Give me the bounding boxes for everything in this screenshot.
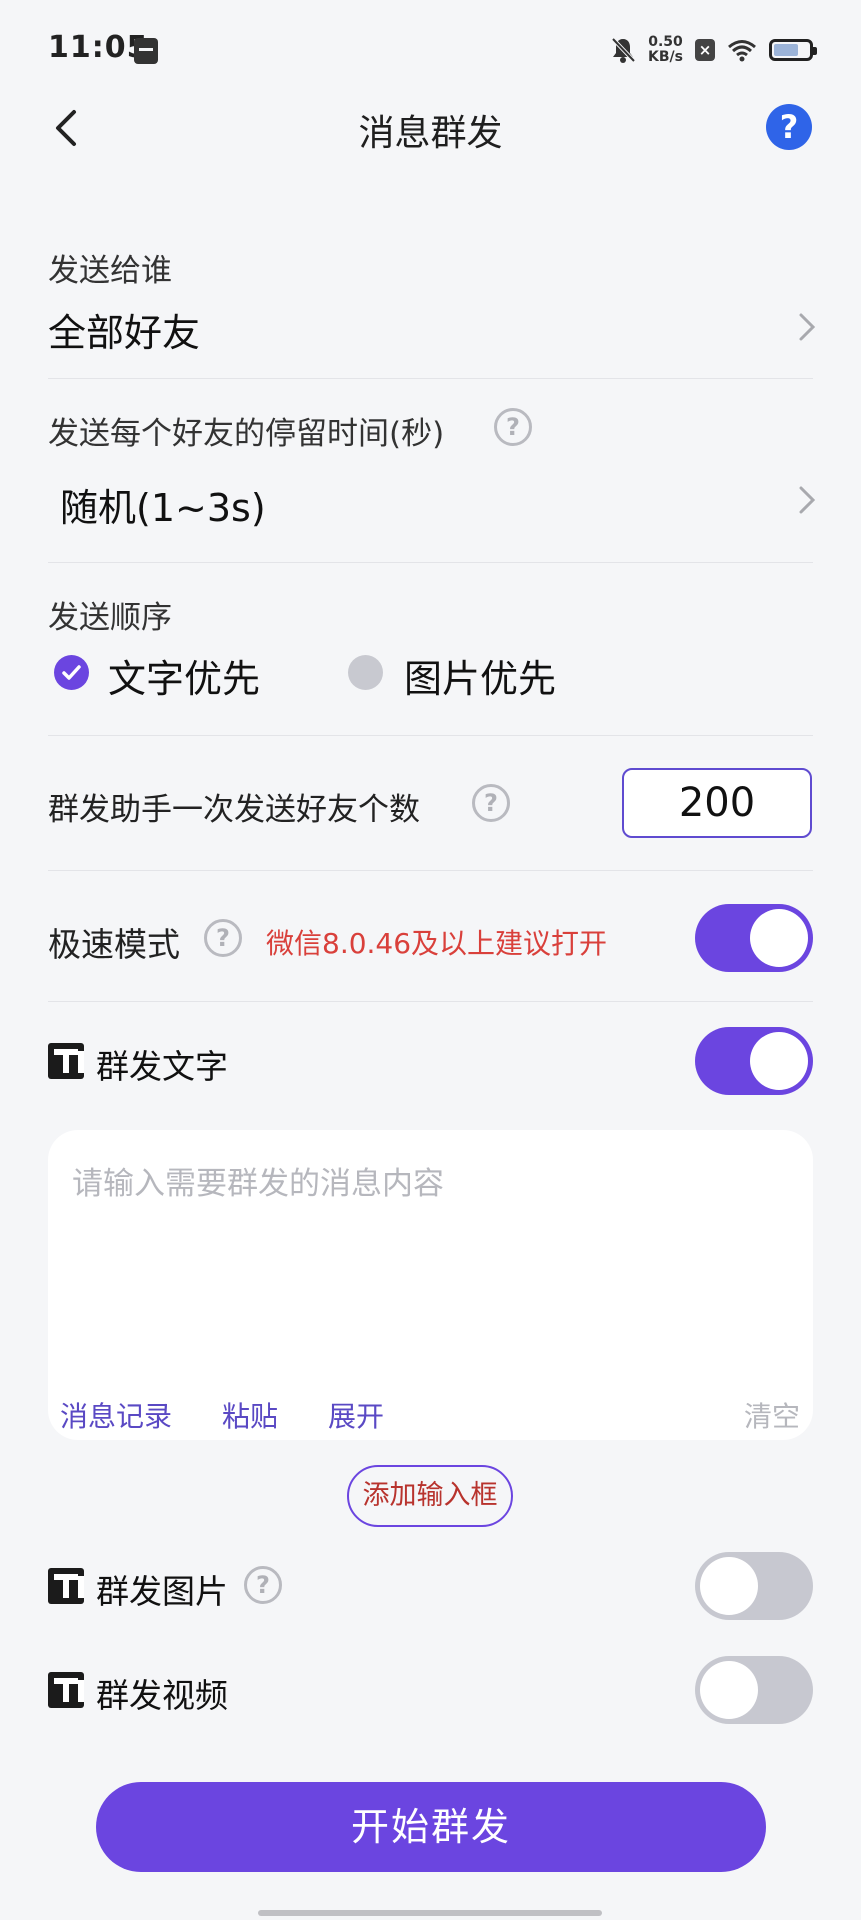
video-icon [48, 1672, 84, 1708]
question-icon[interactable]: ? [472, 784, 510, 822]
toggle-knob [700, 1557, 758, 1615]
speed-mode-toggle[interactable] [695, 904, 813, 972]
divider [48, 378, 813, 379]
radio-unchecked-icon[interactable] [348, 655, 383, 690]
question-icon[interactable]: ? [204, 919, 242, 957]
radio-label-text-first: 文字优先 [108, 657, 261, 701]
network-speed-unit: KB/s [648, 49, 683, 65]
dwell-time-value: 随机(1~3s) [60, 486, 266, 530]
send-order-label: 发送顺序 [48, 600, 172, 636]
close-box-icon: × [695, 39, 715, 61]
page-title: 消息群发 [358, 113, 503, 154]
wifi-icon [728, 40, 756, 62]
add-input-box-button[interactable]: 添加输入框 [347, 1465, 513, 1527]
text-icon [48, 1043, 84, 1079]
chevron-right-icon [799, 486, 816, 514]
recipients-value: 全部好友 [48, 311, 201, 355]
toggle-knob [700, 1661, 758, 1719]
home-indicator[interactable] [258, 1910, 602, 1916]
message-history-link[interactable]: 消息记录 [60, 1395, 172, 1435]
question-icon[interactable]: ? [494, 408, 532, 446]
image-icon [48, 1568, 84, 1604]
video-section-toggle[interactable] [695, 1656, 813, 1724]
divider [48, 1001, 813, 1002]
question-icon[interactable]: ? [244, 1566, 282, 1604]
radio-checked-icon[interactable] [54, 655, 89, 690]
text-section-toggle[interactable] [695, 1027, 813, 1095]
text-section-label: 群发文字 [96, 1047, 228, 1086]
message-input-placeholder[interactable]: 请输入需要群发的消息内容 [72, 1158, 444, 1203]
batch-count-label: 群发助手一次发送好友个数 [48, 792, 420, 828]
video-section-label: 群发视频 [96, 1676, 228, 1715]
dwell-time-label: 发送每个好友的停留时间(秒) [48, 416, 445, 452]
recipients-label: 发送给谁 [48, 253, 172, 289]
battery-icon [769, 39, 817, 61]
paste-link[interactable]: 粘贴 [222, 1395, 278, 1435]
image-section-label: 群发图片 [96, 1572, 228, 1611]
mute-bell-icon [611, 37, 636, 63]
batch-count-input[interactable]: 200 [622, 768, 812, 838]
speed-mode-label: 极速模式 [48, 925, 180, 964]
network-speed-value: 0.50 [648, 34, 683, 50]
divider [48, 735, 813, 736]
calendar-icon [134, 38, 158, 64]
chevron-right-icon [799, 313, 816, 341]
divider [48, 562, 813, 563]
expand-link[interactable]: 展开 [328, 1395, 384, 1435]
image-section-toggle[interactable] [695, 1552, 813, 1620]
radio-label-image-first: 图片优先 [404, 657, 557, 701]
toggle-knob [750, 909, 808, 967]
network-speed: 0.50 KB/s [648, 35, 683, 65]
divider [48, 870, 813, 871]
status-bar: 11:05 0.50 KB/s × [0, 0, 861, 100]
speed-mode-hint: 微信8.0.46及以上建议打开 [266, 927, 608, 960]
status-icons: 0.50 KB/s × [610, 32, 817, 68]
help-icon[interactable]: ? [766, 104, 812, 150]
clear-link[interactable]: 清空 [744, 1395, 800, 1435]
start-broadcast-button[interactable]: 开始群发 [96, 1782, 766, 1872]
toggle-knob [750, 1032, 808, 1090]
